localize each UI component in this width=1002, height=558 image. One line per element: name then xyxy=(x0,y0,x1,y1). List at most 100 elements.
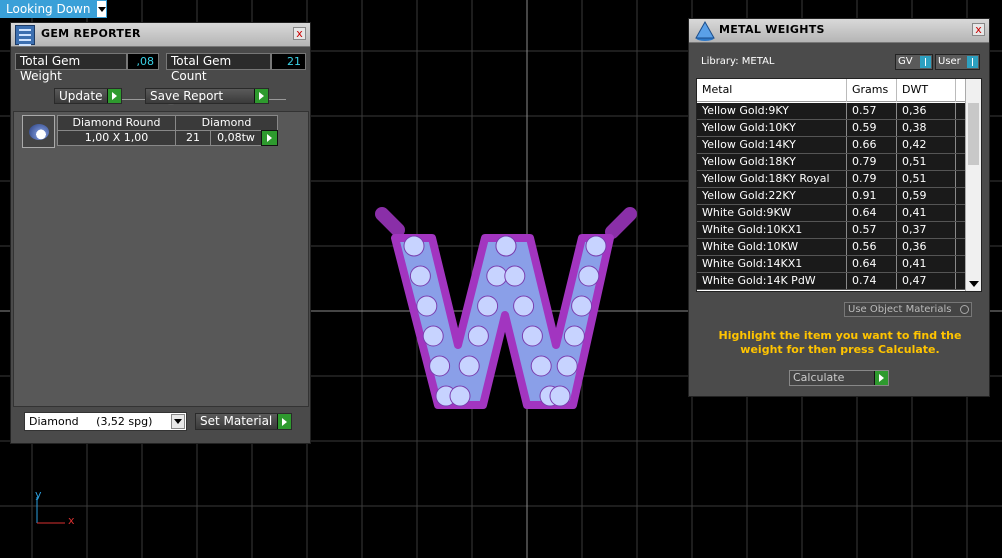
cell-grams: 0.57 xyxy=(847,103,897,119)
cell-dwt: 0,36 xyxy=(897,103,956,119)
cell-dwt: 0,38 xyxy=(897,120,956,136)
close-icon[interactable]: x xyxy=(972,23,985,36)
save-report-label: Save Report xyxy=(150,89,224,103)
update-label: Update xyxy=(59,89,103,103)
gem-weight: 0,08tw xyxy=(210,130,262,146)
cell-grams: 0.79 xyxy=(847,171,897,187)
chevron-down-icon[interactable] xyxy=(171,414,185,429)
cell-grams: 0.66 xyxy=(847,137,897,153)
cell-grams: 0.64 xyxy=(847,256,897,272)
column-header-grams[interactable]: Grams xyxy=(847,79,897,102)
table-row[interactable]: Yellow Gold:22KY 0.91 0,59 xyxy=(697,188,967,205)
w-pendant-model[interactable] xyxy=(375,207,637,409)
user-label: User xyxy=(938,56,961,67)
cell-metal: Yellow Gold:10KY xyxy=(697,120,847,136)
metal-weights-panel: METAL WEIGHTS x Library: METAL GV User M… xyxy=(688,18,990,397)
cell-grams: 0.74 xyxy=(847,273,897,289)
cell-metal: White Gold:14KX1 xyxy=(697,256,847,272)
cell-metal: Yellow Gold:9KY xyxy=(697,103,847,119)
total-gem-weight-label: Total Gem Weight xyxy=(15,53,127,83)
cell-grams: 0.59 xyxy=(847,120,897,136)
cell-dwt: 0,51 xyxy=(897,154,956,170)
table-row[interactable]: White Gold:10KW 0.56 0,36 xyxy=(697,239,967,256)
table-scrollbar[interactable] xyxy=(965,79,981,291)
table-row[interactable]: White Gold:14K PdW 0.74 0,47 xyxy=(697,273,967,290)
cell-grams: 0.79 xyxy=(847,154,897,170)
cell-grams: 0.56 xyxy=(847,239,897,255)
total-gem-count-row: Total Gem Count 21 xyxy=(166,53,306,83)
material-select[interactable]: Diamond (3,52 spg) xyxy=(24,412,187,431)
toggle-knob xyxy=(967,56,978,68)
column-header-dwt[interactable]: DWT xyxy=(897,79,956,102)
cell-dwt: 0,41 xyxy=(897,205,956,221)
save-report-button[interactable]: Save Report xyxy=(145,88,269,104)
total-gem-count-value: 21 xyxy=(271,53,306,70)
cell-dwt: 0,47 xyxy=(897,273,956,289)
metal-table: Metal Grams DWT Yellow Gold:9KY 0.57 0,36 Y… xyxy=(696,78,982,292)
cell-metal: White Gold:9KW xyxy=(697,205,847,221)
metal-weights-titlebar[interactable]: METAL WEIGHTS x xyxy=(689,19,989,43)
diamond-icon xyxy=(29,124,49,140)
cell-dwt: 0,41 xyxy=(897,256,956,272)
material-select-value: Diamond (3,52 spg) xyxy=(29,415,153,428)
view-selector[interactable]: Looking Down xyxy=(0,0,108,18)
gv-toggle[interactable]: GV xyxy=(895,54,933,70)
play-arrow-icon xyxy=(254,89,268,103)
close-icon[interactable]: x xyxy=(293,27,306,40)
set-material-label: Set Material xyxy=(200,414,273,428)
gem-count: 21 xyxy=(175,130,211,146)
cell-metal: Yellow Gold:18KY Royal xyxy=(697,171,847,187)
table-row[interactable]: Yellow Gold:14KY 0.66 0,42 xyxy=(697,137,967,154)
list-item[interactable]: Diamond Round Diamond 1,00 X 1,00 21 0,0… xyxy=(22,115,280,148)
table-row[interactable]: White Gold:14KX1 0.64 0,41 xyxy=(697,256,967,273)
cell-metal: White Gold:14K PdW xyxy=(697,273,847,289)
calculate-label: Calculate xyxy=(793,371,845,384)
play-arrow-icon xyxy=(277,414,291,429)
axis-x-label: x xyxy=(68,514,75,527)
table-row[interactable]: White Gold:10KX1 0.57 0,37 xyxy=(697,222,967,239)
cell-grams: 0.57 xyxy=(847,222,897,238)
chevron-down-icon[interactable] xyxy=(96,0,108,18)
radio-icon xyxy=(960,305,969,314)
gem-reporter-app-icon xyxy=(15,25,35,46)
cell-metal: White Gold:10KX1 xyxy=(697,222,847,238)
cell-dwt: 0,36 xyxy=(897,239,956,255)
library-label: Library: METAL xyxy=(701,56,775,67)
panel-title: METAL WEIGHTS xyxy=(719,23,825,36)
axis-y-label: y xyxy=(35,488,42,501)
gem-select-button[interactable] xyxy=(261,130,278,146)
gv-label: GV xyxy=(898,56,913,67)
cell-dwt: 0,37 xyxy=(897,222,956,238)
cell-metal: Yellow Gold:18KY xyxy=(697,154,847,170)
set-material-button[interactable]: Set Material xyxy=(195,413,292,430)
gem-reporter-panel: GEM REPORTER x Total Gem Weight ,08 Tota… xyxy=(10,22,311,444)
cell-dwt: 0,42 xyxy=(897,137,956,153)
use-object-materials-label: Use Object Materials xyxy=(848,304,952,315)
cell-dwt: 0,59 xyxy=(897,188,956,204)
play-arrow-icon xyxy=(874,371,888,385)
table-row[interactable]: Yellow Gold:10KY 0.59 0,38 xyxy=(697,120,967,137)
play-arrow-icon xyxy=(267,134,272,142)
use-object-materials-toggle[interactable]: Use Object Materials xyxy=(844,302,972,317)
user-toggle[interactable]: User xyxy=(935,54,980,70)
table-row[interactable]: Yellow Gold:18KY 0.79 0,51 xyxy=(697,154,967,171)
calculate-button[interactable]: Calculate xyxy=(789,370,889,386)
total-gem-weight-row: Total Gem Weight ,08 xyxy=(15,53,159,83)
column-header-metal[interactable]: Metal xyxy=(697,79,847,102)
gem-material: Diamond xyxy=(175,115,278,131)
cone-icon xyxy=(695,20,715,41)
toggle-knob xyxy=(920,56,931,68)
scrollbar-thumb[interactable] xyxy=(968,103,979,165)
gem-reporter-titlebar[interactable]: GEM REPORTER x xyxy=(11,23,310,47)
cell-metal: Yellow Gold:22KY xyxy=(697,188,847,204)
table-row[interactable]: Yellow Gold:9KY 0.57 0,36 xyxy=(697,103,967,120)
table-row[interactable]: White Gold:9KW 0.64 0,41 xyxy=(697,205,967,222)
gem-thumbnail xyxy=(22,115,55,148)
update-button[interactable]: Update xyxy=(54,88,122,104)
total-gem-count-label: Total Gem Count xyxy=(166,53,271,83)
table-row[interactable]: Yellow Gold:18KY Royal 0.79 0,51 xyxy=(697,171,967,188)
cell-metal: Yellow Gold:14KY xyxy=(697,137,847,153)
scroll-down-icon[interactable] xyxy=(969,281,979,287)
table-header: Metal Grams DWT xyxy=(697,79,967,102)
view-label: Looking Down xyxy=(0,0,97,18)
